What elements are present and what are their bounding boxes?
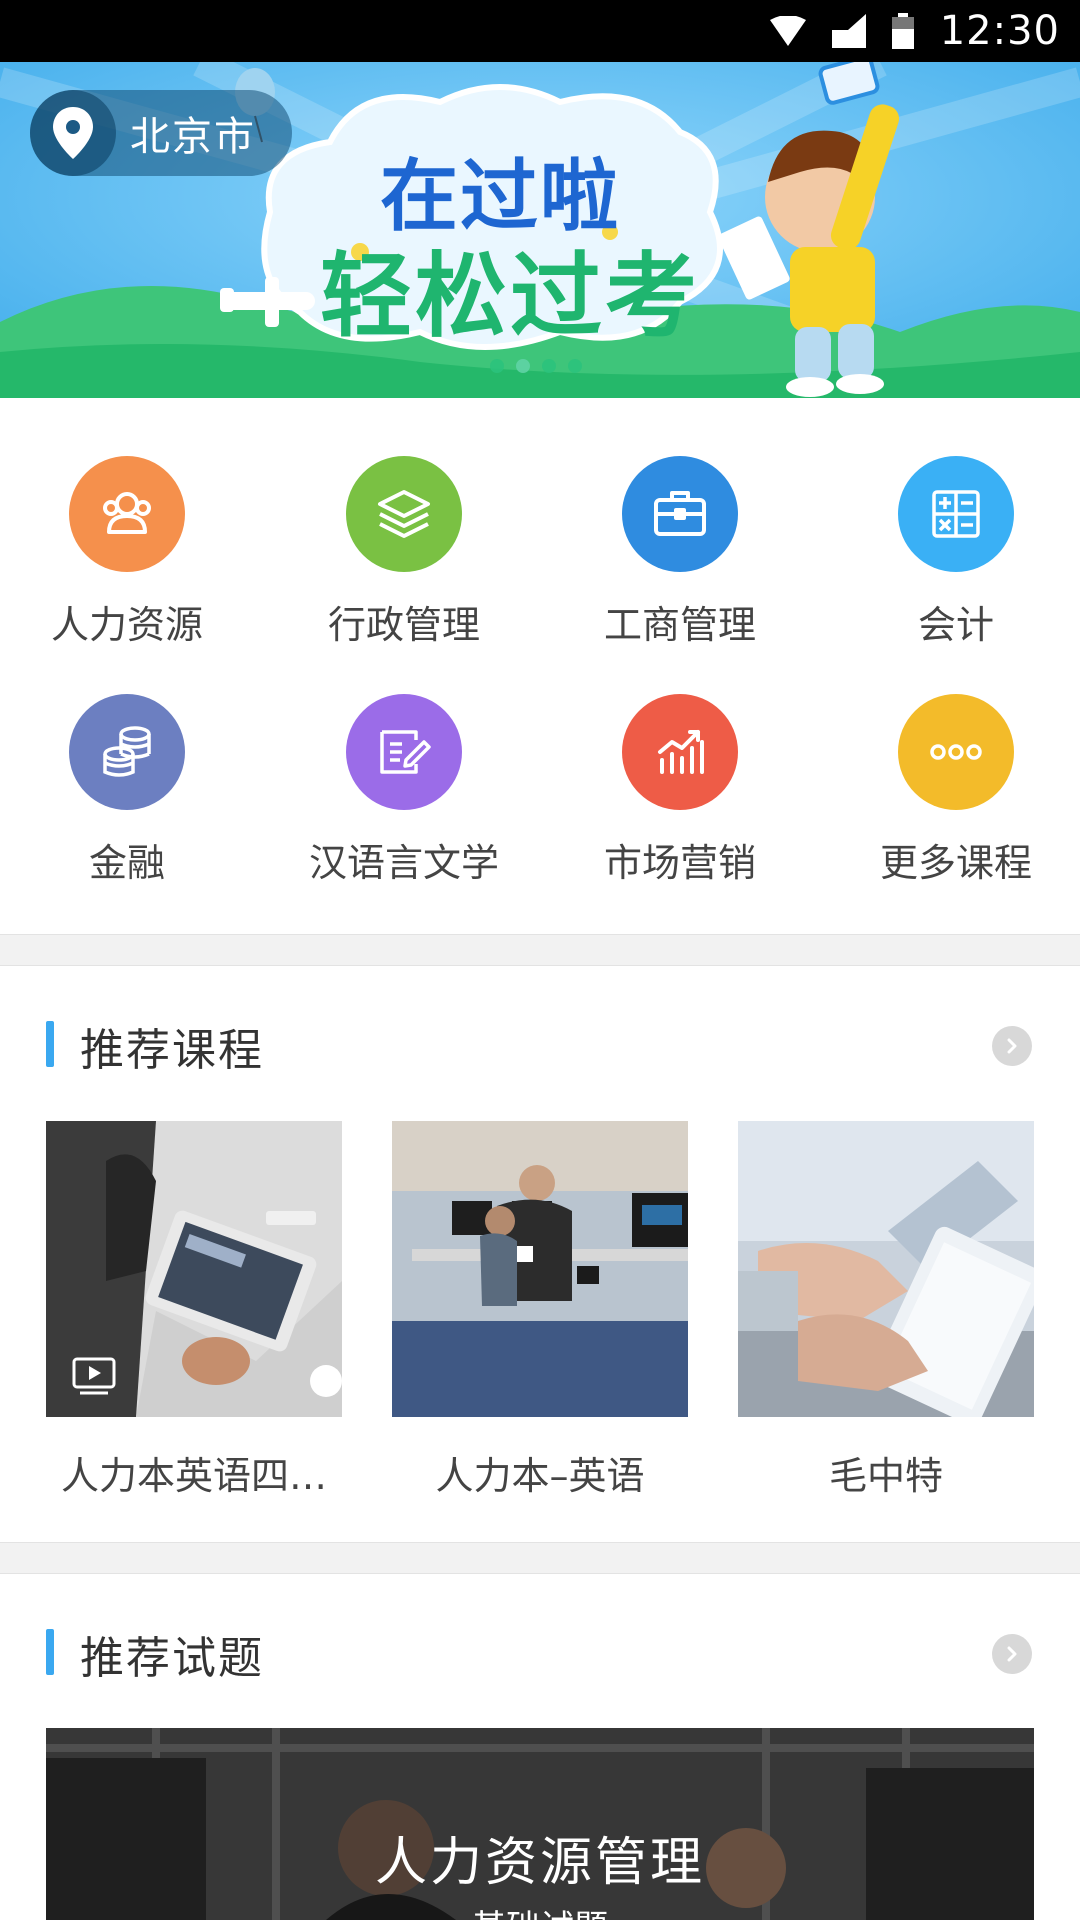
writing-icon [346,694,462,810]
calculator-icon [898,456,1014,572]
category-administration[interactable]: 行政管理 [294,456,514,649]
promo-banner[interactable]: 北京市 在过啦 轻松过考 [0,62,1080,398]
growth-chart-icon [622,694,738,810]
recommended-courses-header: 推荐课程 [0,996,1080,1086]
category-label: 金融 [88,841,165,885]
course-title: 毛中特 [828,1454,943,1498]
course-title: 人力本–英语 [435,1454,645,1498]
location-label: 北京市 [130,114,256,160]
carousel-dot[interactable] [568,359,582,373]
category-chinese-literature[interactable]: 汉语言文学 [294,694,514,887]
status-bar: 12:30 [0,0,1080,62]
carousel-dot[interactable] [490,359,504,373]
people-icon [69,456,185,572]
chevron-right-icon[interactable] [992,1634,1032,1674]
location-pin-icon [30,90,116,176]
section-title: 推荐试题 [80,1633,264,1684]
coins-icon [69,694,185,810]
category-label: 汉语言文学 [308,841,499,885]
category-grid: 人力资源 行政管理 工商管理 会计 金融 汉语言文学 市场营销 更多课程 [0,398,1080,934]
course-card[interactable]: 毛中特 [738,1121,1034,1500]
course-thumbnail [738,1121,1034,1417]
category-label: 更多课程 [879,841,1032,885]
category-accounting[interactable]: 会计 [846,456,1066,649]
category-label: 人力资源 [50,603,203,647]
location-selector[interactable]: 北京市 [30,90,292,176]
clock: 12:30 [939,8,1060,54]
course-thumbnail [46,1121,342,1417]
battery-icon [891,13,914,49]
category-label: 市场营销 [603,841,756,885]
course-thumbnail [392,1121,688,1417]
banner-subheadline: 轻松过考 [320,243,701,350]
exam-card-subtitle: ——基础试题—— [46,1900,1034,1920]
carousel-dot-active[interactable] [516,359,530,373]
exam-card-title: 人力资源管理 [374,1833,705,1893]
course-title: 人力本英语四… [60,1454,327,1498]
category-label: 工商管理 [603,603,756,647]
video-play-icon [72,1357,116,1395]
category-business-admin[interactable]: 工商管理 [570,456,790,649]
course-card[interactable]: 人力本英语四… [46,1121,342,1500]
category-finance[interactable]: 金融 [17,694,237,887]
carousel-dot[interactable] [542,359,556,373]
exam-card[interactable]: 人力资源管理 ——基础试题—— [46,1728,1034,1920]
section-divider [0,1542,1080,1574]
category-label: 行政管理 [327,603,480,647]
category-marketing[interactable]: 市场营销 [570,694,790,887]
section-accent-bar [46,1021,54,1067]
course-card[interactable]: 人力本–英语 [392,1121,688,1500]
section-divider [0,934,1080,966]
carousel-indicator [490,359,582,373]
briefcase-icon [622,456,738,572]
category-label: 会计 [917,603,994,647]
chevron-right-icon[interactable] [992,1026,1032,1066]
category-more-courses[interactable]: 更多课程 [846,694,1066,887]
section-accent-bar [46,1629,54,1675]
section-title: 推荐课程 [80,1025,264,1076]
recommended-exams-header: 推荐试题 [0,1604,1080,1694]
layers-icon [346,456,462,572]
more-icon [898,694,1014,810]
category-human-resources[interactable]: 人力资源 [17,456,237,649]
signal-icon [831,14,866,48]
wifi-icon [769,16,806,46]
